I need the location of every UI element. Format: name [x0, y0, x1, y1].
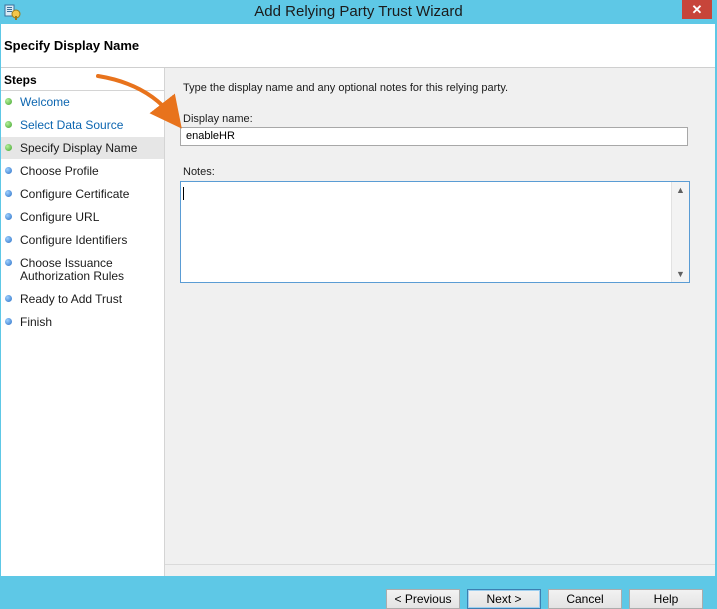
- wizard-window: Add Relying Party Trust Wizard ✕ Specify…: [0, 0, 717, 609]
- step-pending-icon: [5, 190, 12, 197]
- step-select-data-source[interactable]: Select Data Source: [1, 114, 164, 136]
- step-ready-to-add-trust: Ready to Add Trust: [1, 288, 164, 310]
- window-title: Add Relying Party Trust Wizard: [254, 3, 463, 20]
- step-label: Configure Certificate: [20, 187, 130, 201]
- step-choose-profile: Choose Profile: [1, 160, 164, 182]
- step-label: Configure URL: [20, 210, 100, 224]
- text-cursor: [183, 187, 184, 200]
- instruction-text: Type the display name and any optional n…: [183, 82, 509, 94]
- step-pending-icon: [5, 167, 12, 174]
- step-welcome[interactable]: Welcome: [1, 91, 164, 113]
- step-configure-certificate: Configure Certificate: [1, 183, 164, 205]
- step-label: Welcome: [20, 95, 70, 109]
- step-label: Choose Profile: [20, 164, 99, 178]
- step-configure-identifiers: Configure Identifiers: [1, 229, 164, 251]
- step-configure-url: Configure URL: [1, 206, 164, 228]
- step-pending-icon: [5, 213, 12, 220]
- step-current-icon: [5, 144, 12, 151]
- step-pending-icon: [5, 295, 12, 302]
- steps-pane: Steps Welcome Select Data Source Specify…: [1, 68, 165, 576]
- step-label: Specify Display Name: [20, 141, 138, 155]
- cancel-button[interactable]: Cancel: [548, 589, 622, 609]
- title-bar[interactable]: Add Relying Party Trust Wizard ✕: [0, 0, 717, 24]
- display-name-label: Display name:: [183, 113, 253, 125]
- scroll-up-icon[interactable]: ▲: [672, 182, 689, 198]
- step-pending-icon: [5, 236, 12, 243]
- close-button[interactable]: ✕: [682, 0, 712, 19]
- footer-divider: [165, 564, 715, 565]
- page-title: Specify Display Name: [4, 38, 140, 53]
- display-name-input[interactable]: enableHR: [180, 127, 688, 146]
- notes-label: Notes:: [183, 166, 215, 178]
- page-header: Specify Display Name: [1, 24, 715, 68]
- step-specify-display-name[interactable]: Specify Display Name: [1, 137, 164, 159]
- step-label-line2: Authorization Rules: [20, 269, 125, 283]
- help-button[interactable]: Help: [629, 589, 703, 609]
- wizard-client: Specify Display Name Steps Welcome Selec…: [1, 24, 715, 609]
- previous-button[interactable]: < Previous: [386, 589, 460, 609]
- step-complete-icon: [5, 98, 12, 105]
- notes-scrollbar[interactable]: ▲ ▼: [671, 182, 689, 282]
- steps-title: Steps: [4, 73, 37, 87]
- step-label: Configure Identifiers: [20, 233, 128, 247]
- notes-textarea[interactable]: ▲ ▼: [180, 181, 690, 283]
- step-pending-icon: [5, 259, 12, 266]
- step-label: Select Data Source: [20, 118, 124, 132]
- step-complete-icon: [5, 121, 12, 128]
- step-choose-issuance-authorization-rules: Choose Issuance Authorization Rules: [1, 252, 164, 288]
- step-label: Choose Issuance: [20, 256, 113, 270]
- content-pane: Type the display name and any optional n…: [165, 68, 715, 609]
- next-button[interactable]: Next >: [467, 589, 541, 609]
- step-label: Finish: [20, 315, 53, 329]
- step-pending-icon: [5, 318, 12, 325]
- step-finish: Finish: [1, 311, 164, 333]
- scroll-down-icon[interactable]: ▼: [672, 266, 689, 282]
- step-label: Ready to Add Trust: [20, 292, 123, 306]
